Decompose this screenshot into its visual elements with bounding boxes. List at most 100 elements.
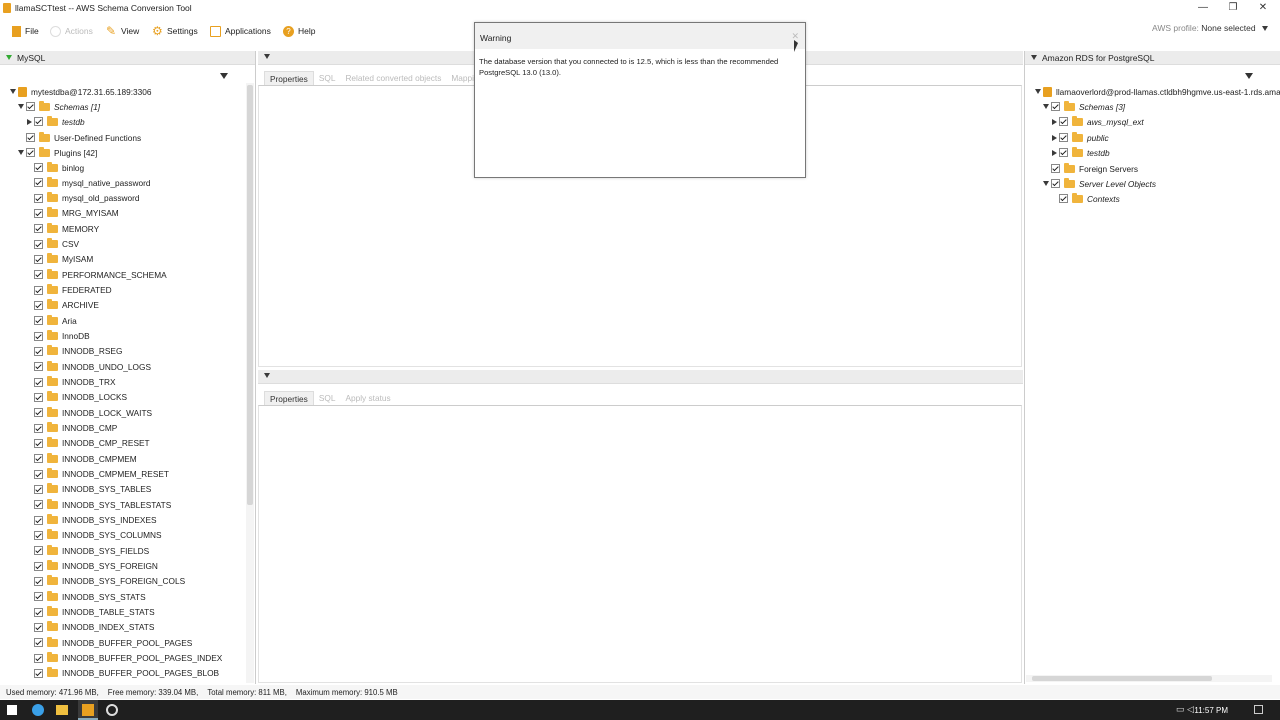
expand-icon[interactable] bbox=[1043, 104, 1049, 109]
checkbox[interactable] bbox=[34, 270, 43, 280]
plugin-node[interactable]: INNODB_SYS_FOREIGN_COLS bbox=[34, 574, 185, 589]
foreign-servers-node[interactable]: Foreign Servers bbox=[1041, 161, 1138, 176]
collapse-icon[interactable] bbox=[6, 55, 12, 60]
plugin-node[interactable]: MRG_MYISAM bbox=[34, 206, 119, 221]
plugin-node[interactable]: INNODB_CMP_RESET bbox=[34, 436, 150, 451]
plugin-node[interactable]: INNODB_CMPMEM bbox=[34, 451, 137, 466]
clock[interactable]: 11:57 PM bbox=[1194, 706, 1228, 715]
plugin-node[interactable]: INNODB_SYS_FIELDS bbox=[34, 543, 149, 558]
filter-icon[interactable] bbox=[1245, 73, 1253, 79]
expand-icon[interactable] bbox=[18, 150, 24, 155]
checkbox[interactable] bbox=[34, 300, 43, 310]
plugin-node[interactable]: INNODB_SYS_INDEXES bbox=[34, 513, 157, 528]
plugin-node[interactable]: INNODB_BUFFER_POOL_PAGES bbox=[34, 635, 192, 650]
checkbox[interactable] bbox=[1059, 148, 1068, 157]
checkbox[interactable] bbox=[34, 546, 43, 556]
plugin-node[interactable]: INNODB_CMPMEM_RESET bbox=[34, 467, 169, 482]
plugin-node[interactable]: INNODB_SYS_COLUMNS bbox=[34, 528, 162, 543]
source-connection-node[interactable]: mytestdba@172.31.65.189:3306 bbox=[8, 84, 152, 99]
plugin-node[interactable]: INNODB_SYS_STATS bbox=[34, 589, 146, 604]
checkbox[interactable] bbox=[34, 117, 43, 126]
checkbox[interactable] bbox=[34, 653, 43, 663]
public-node[interactable]: public bbox=[1049, 130, 1109, 145]
plugin-node[interactable]: INNODB_INDEX_STATS bbox=[34, 620, 154, 635]
checkbox[interactable] bbox=[1059, 117, 1068, 126]
target-tree-hscrollbar[interactable] bbox=[1026, 675, 1272, 682]
tab-sql[interactable]: SQL bbox=[314, 71, 341, 85]
expand-icon[interactable] bbox=[18, 104, 24, 109]
expand-icon[interactable] bbox=[1051, 134, 1057, 141]
plugin-node[interactable]: mysql_native_password bbox=[34, 175, 151, 190]
plugin-node[interactable]: MEMORY bbox=[34, 221, 99, 236]
checkbox[interactable] bbox=[34, 622, 43, 632]
restore-button[interactable]: ❐ bbox=[1218, 0, 1248, 16]
plugin-node[interactable]: MyISAM bbox=[34, 252, 93, 267]
scroll-thumb[interactable] bbox=[247, 85, 253, 505]
expand-icon[interactable] bbox=[1051, 149, 1057, 156]
plugin-node[interactable]: INNODB_CMP bbox=[34, 421, 117, 436]
plugin-node[interactable]: InnoDB bbox=[34, 329, 90, 344]
checkbox[interactable] bbox=[34, 530, 43, 540]
checkbox[interactable] bbox=[34, 285, 43, 295]
source-tree-scrollbar[interactable] bbox=[246, 83, 254, 683]
checkbox[interactable] bbox=[34, 561, 43, 571]
checkbox[interactable] bbox=[1059, 133, 1068, 142]
checkbox[interactable] bbox=[34, 224, 43, 234]
plugins-node[interactable]: Plugins [42] bbox=[16, 145, 97, 160]
checkbox[interactable] bbox=[34, 178, 43, 188]
expand-icon[interactable] bbox=[26, 118, 32, 125]
plugin-node[interactable]: INNODB_RSEG bbox=[34, 344, 122, 359]
checkbox[interactable] bbox=[34, 515, 43, 525]
close-window-button[interactable]: ✕ bbox=[1248, 0, 1278, 16]
checkbox[interactable] bbox=[34, 638, 43, 648]
checkbox[interactable] bbox=[34, 163, 43, 172]
checkbox[interactable] bbox=[1051, 164, 1060, 173]
plugin-node[interactable]: FEDERATED bbox=[34, 283, 112, 298]
file-explorer-icon[interactable] bbox=[56, 705, 68, 715]
checkbox[interactable] bbox=[34, 346, 43, 356]
file-menu[interactable]: File bbox=[12, 22, 39, 40]
plugin-node[interactable]: INNODB_SYS_TABLESTATS bbox=[34, 497, 171, 512]
tab-properties[interactable]: Properties bbox=[264, 391, 314, 405]
plugin-node[interactable]: binlog bbox=[34, 160, 84, 175]
plugin-node[interactable]: INNODB_SYS_TABLES bbox=[34, 482, 151, 497]
chrome-icon[interactable] bbox=[106, 704, 118, 716]
contexts-node[interactable]: Contexts bbox=[1059, 191, 1120, 206]
checkbox[interactable] bbox=[34, 576, 43, 586]
checkbox[interactable] bbox=[26, 148, 35, 157]
plugin-node[interactable]: INNODB_LOCKS bbox=[34, 390, 127, 405]
tray-icons[interactable]: ▭ ◁ bbox=[1176, 704, 1194, 715]
plugin-node[interactable]: INNODB_UNDO_LOGS bbox=[34, 359, 151, 374]
view-menu[interactable]: ✎ View bbox=[106, 22, 139, 40]
checkbox[interactable] bbox=[34, 316, 43, 326]
plugin-node[interactable]: INNODB_LOCK_WAITS bbox=[34, 405, 152, 420]
checkbox[interactable] bbox=[34, 454, 43, 464]
actions-menu[interactable]: Actions bbox=[50, 22, 93, 40]
sct-taskbar-button[interactable] bbox=[78, 700, 98, 720]
checkbox[interactable] bbox=[34, 392, 43, 402]
checkbox[interactable] bbox=[1059, 194, 1068, 203]
tab-related-converted-objects[interactable]: Related converted objects bbox=[340, 71, 446, 85]
testdb-node[interactable]: testdb bbox=[24, 114, 85, 129]
plugin-node[interactable]: ARCHIVE bbox=[34, 298, 99, 313]
target-schemas-node[interactable]: Schemas [3] bbox=[1041, 99, 1125, 114]
checkbox[interactable] bbox=[34, 469, 43, 479]
tab-properties[interactable]: Properties bbox=[264, 71, 314, 85]
checkbox[interactable] bbox=[1051, 102, 1060, 111]
tab-sql[interactable]: SQL bbox=[314, 391, 341, 405]
plugin-node[interactable]: INNODB_BUFFER_POOL_PAGES_BLOB bbox=[34, 666, 219, 681]
schemas-node[interactable]: Schemas [1] bbox=[16, 99, 100, 114]
collapse-icon[interactable] bbox=[264, 373, 270, 378]
minimize-button[interactable]: — bbox=[1188, 0, 1218, 16]
server-level-objects-node[interactable]: Server Level Objects bbox=[1041, 176, 1156, 191]
checkbox[interactable] bbox=[34, 254, 43, 264]
aws-mysql-ext-node[interactable]: aws_mysql_ext bbox=[1049, 114, 1144, 129]
plugin-node[interactable]: INNODB_TABLE_STATS bbox=[34, 605, 155, 620]
expand-icon[interactable] bbox=[1035, 89, 1041, 94]
checkbox[interactable] bbox=[34, 607, 43, 617]
aws-profile-selector[interactable]: AWS profile: None selected bbox=[1152, 23, 1268, 33]
checkbox[interactable] bbox=[34, 331, 43, 341]
checkbox[interactable] bbox=[34, 408, 43, 418]
checkbox[interactable] bbox=[34, 500, 43, 510]
checkbox[interactable] bbox=[34, 208, 43, 218]
